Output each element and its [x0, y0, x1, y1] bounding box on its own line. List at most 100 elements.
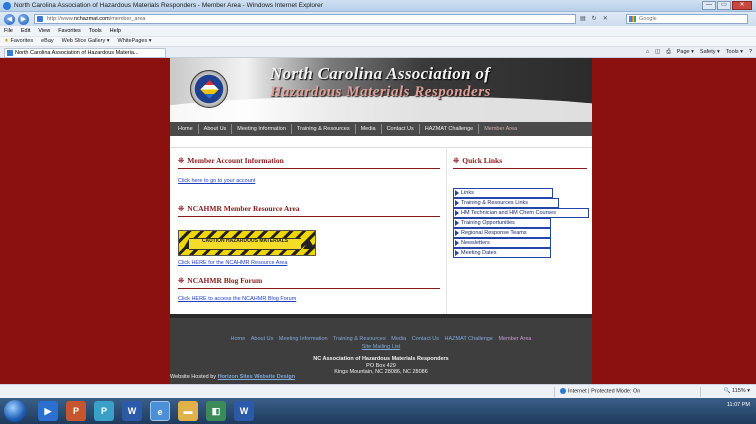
footer-nav-hazmat-challenge[interactable]: HAZMAT Challenge — [445, 336, 493, 342]
mailing-list-link[interactable]: Site Mailing List — [170, 344, 592, 350]
bullet-icon: ⁜ — [178, 156, 185, 165]
start-button[interactable] — [4, 400, 26, 422]
address-input[interactable]: http://www.nchazmat.com/member_area — [34, 14, 576, 24]
arrow-icon — [455, 219, 459, 226]
command-page[interactable]: Page ▾ — [677, 49, 694, 56]
menu-help[interactable]: Help — [110, 26, 121, 36]
app-icon[interactable]: ◧ — [206, 401, 226, 421]
photoshop-elements-icon[interactable]: P — [66, 401, 86, 421]
nav-hazmat-challenge[interactable]: HAZMAT Challenge — [420, 124, 480, 134]
account-link[interactable]: Click here to go to your account — [178, 178, 255, 184]
maximize-button[interactable]: ▭ — [717, 1, 731, 10]
site-banner: North Carolina Association of Hazardous … — [170, 58, 592, 122]
quick-link-meeting-dates[interactable]: Meeting Dates — [453, 248, 551, 258]
status-separator — [554, 387, 555, 397]
quick-link-regional-response-teams[interactable]: Regional Response Teams — [453, 228, 551, 238]
quick-link-training-opportunities[interactable]: Training Opportunities — [453, 218, 551, 228]
feeds-icon[interactable]: ◫ — [655, 49, 660, 56]
nav-contact-us[interactable]: Contact Us — [382, 124, 420, 134]
footer-nav-training-resources[interactable]: Training & Resources — [333, 336, 386, 342]
zoom-level[interactable]: 🔍 115% ▾ — [724, 388, 750, 394]
main-content: ⁜ Member Account Information Click here t… — [170, 148, 446, 314]
caution-tape-image[interactable]: CAUTION HAZARDOUS MATERIALS — [178, 230, 316, 256]
print-icon[interactable]: ⎙ — [666, 49, 670, 56]
word-document-icon[interactable]: W — [234, 401, 254, 421]
quick-link-newsletters[interactable]: Newsletters — [453, 238, 551, 248]
quick-link-training-resources[interactable]: Training & Resources Links — [453, 198, 559, 208]
close-button[interactable]: ✕ — [732, 1, 752, 10]
media-player-icon[interactable]: ▶ — [38, 401, 58, 421]
ie-logo-icon — [3, 2, 11, 10]
clock[interactable]: 11:07 PM — [727, 402, 750, 409]
back-button[interactable]: ◀ — [4, 14, 15, 25]
quick-links-sidebar: ⁜ Quick Links Links Training & Resources … — [446, 148, 592, 314]
refresh-icon[interactable]: ↻ — [592, 15, 597, 22]
minimize-button[interactable]: — — [702, 1, 716, 10]
footer-nav-media[interactable]: Media — [391, 336, 406, 342]
footer-navigation: Home About Us Meeting Information Traini… — [170, 336, 592, 342]
favorites-bar: ★ Favorites eBay Web Slice Gallery ▾ Whi… — [0, 36, 756, 46]
home-icon[interactable]: ⌂ — [646, 49, 649, 56]
menu-file[interactable]: File — [4, 26, 13, 36]
status-separator — [700, 387, 701, 397]
arrow-icon — [455, 249, 459, 256]
quick-links-divider — [453, 168, 587, 169]
caution-tape-text: CAUTION HAZARDOUS MATERIALS — [189, 238, 301, 250]
arrow-icon — [455, 189, 459, 196]
association-logo[interactable] — [190, 70, 228, 108]
nav-home[interactable]: Home — [173, 124, 199, 134]
browser-tab[interactable]: North Carolina Association of Hazardous … — [4, 48, 166, 58]
nav-member-area[interactable]: Member Area — [479, 124, 522, 134]
favorite-ebay[interactable]: eBay — [41, 37, 54, 46]
quick-link-hm-courses[interactable]: HM Technician and HM Chem Courses — [453, 208, 589, 218]
bullet-icon: ⁜ — [178, 276, 185, 285]
nav-media[interactable]: Media — [356, 124, 382, 134]
blog-link[interactable]: Click HERE to access the NCAHMR Blog For… — [178, 296, 296, 302]
window-title: North Carolina Association of Hazardous … — [14, 2, 323, 9]
tab-row: North Carolina Association of Hazardous … — [0, 46, 756, 58]
quick-link-links[interactable]: Links — [453, 188, 553, 198]
bullet-icon: ⁜ — [453, 156, 460, 165]
forward-button[interactable]: ▶ — [18, 14, 29, 25]
menu-edit[interactable]: Edit — [21, 26, 30, 36]
arrow-icon — [455, 209, 459, 216]
arrow-icon — [455, 199, 459, 206]
banner-title-line2: Hazardous Materials Responders — [270, 84, 491, 100]
nav-meeting-information[interactable]: Meeting Information — [232, 124, 292, 134]
favorite-whitepages[interactable]: WhitePages ▾ — [118, 37, 152, 46]
footer-nav-home[interactable]: Home — [231, 336, 246, 342]
command-safety[interactable]: Safety ▾ — [700, 49, 720, 56]
address-actions: ▤ ↻ ✕ — [580, 15, 608, 22]
footer-nav-about-us[interactable]: About Us — [251, 336, 274, 342]
quick-links-heading: ⁜ Quick Links — [453, 156, 503, 165]
command-bar: ⌂ ◫ ⎙ Page ▾ Safety ▾ Tools ▾ ? — [646, 49, 752, 56]
footer-nav-contact-us[interactable]: Contact Us — [412, 336, 439, 342]
hosted-by-link[interactable]: Horizon Sites Website Design — [218, 374, 296, 380]
footer-nav-meeting-information[interactable]: Meeting Information — [279, 336, 328, 342]
nav-training-resources[interactable]: Training & Resources — [292, 124, 356, 134]
word-icon[interactable]: W — [122, 401, 142, 421]
status-bar: Internet | Protected Mode: On 🔍 115% ▾ — [0, 384, 756, 398]
banner-title-line1: North Carolina Association of — [270, 64, 491, 83]
security-zone[interactable]: Internet | Protected Mode: On — [560, 388, 640, 394]
menu-favorites[interactable]: Favorites — [58, 26, 81, 36]
footer-nav-member-area[interactable]: Member Area — [498, 336, 531, 342]
help-icon[interactable]: ? — [749, 49, 752, 56]
window-controls: — ▭ ✕ — [702, 1, 752, 10]
command-tools[interactable]: Tools ▾ — [726, 49, 743, 56]
internet-explorer-icon[interactable]: e — [150, 401, 170, 421]
arrow-icon — [455, 239, 459, 246]
nav-about-us[interactable]: About Us — [199, 124, 233, 134]
resource-area-link[interactable]: Click HERE for the NCAHMR Resource Area — [178, 260, 287, 266]
publisher-icon[interactable]: P — [94, 401, 114, 421]
favorite-web-slice-gallery[interactable]: Web Slice Gallery ▾ — [62, 37, 110, 46]
menu-view[interactable]: View — [38, 26, 50, 36]
menu-tools[interactable]: Tools — [89, 26, 102, 36]
address-toolbar: ◀ ▶ http://www.nchazmat.com/member_area … — [0, 12, 756, 26]
favorites-button[interactable]: ★ Favorites — [4, 37, 33, 46]
stop-icon[interactable]: ✕ — [603, 15, 608, 22]
compatibility-icon[interactable]: ▤ — [580, 15, 586, 22]
folder-icon[interactable]: ▬ — [178, 401, 198, 421]
search-input[interactable]: Google — [626, 14, 748, 24]
tab-favicon-icon — [7, 50, 13, 56]
